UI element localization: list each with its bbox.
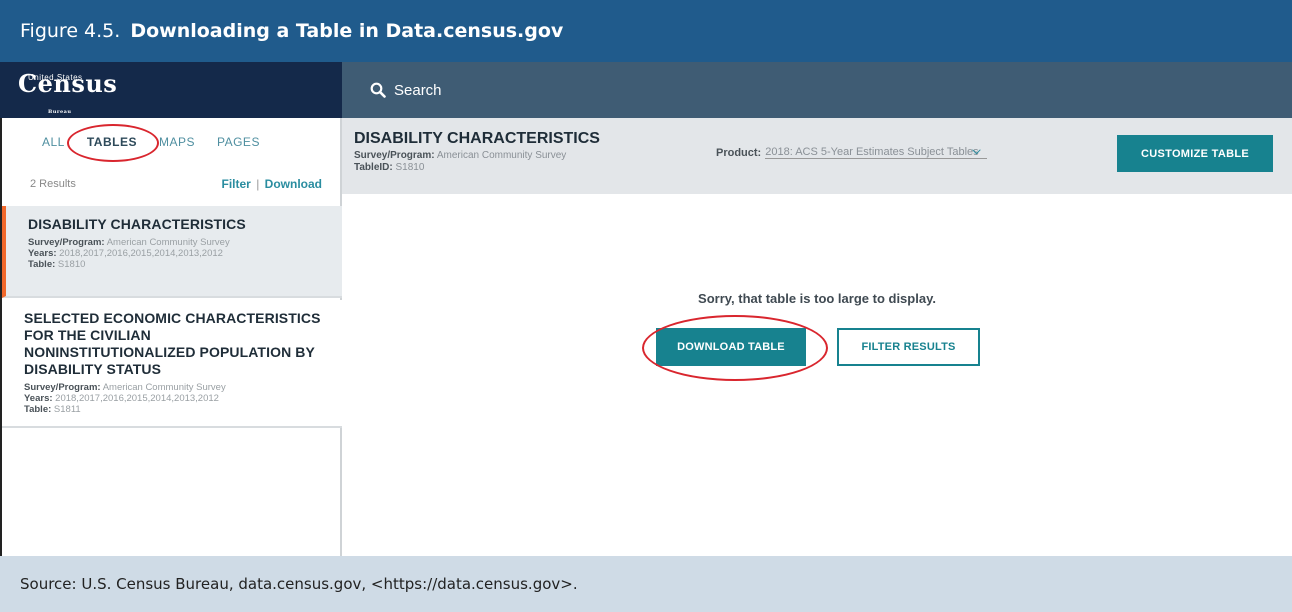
filter-download-links: Filter | Download <box>222 177 322 191</box>
table-view: DISABILITY CHARACTERISTICS Survey/Progra… <box>342 118 1292 556</box>
result-card-table: Table: S1811 <box>24 404 81 415</box>
result-card-years: Years: 2018,2017,2016,2015,2014,2013,201… <box>24 393 219 404</box>
result-card-years: Years: 2018,2017,2016,2015,2014,2013,201… <box>28 248 223 259</box>
link-separator: | <box>256 177 260 191</box>
product-value: 2018: ACS 5-Year Estimates Subject Table… <box>765 146 979 158</box>
tab-all[interactable]: ALL <box>42 135 65 149</box>
result-card-title: SELECTED ECONOMIC CHARACTERISTICS FOR TH… <box>24 310 321 377</box>
table-meta: Survey/Program: American Community Surve… <box>354 150 566 174</box>
result-card-survey: Survey/Program: American Community Surve… <box>28 237 230 248</box>
product-select[interactable]: Product: 2018: ACS 5-Year Estimates Subj… <box>716 145 987 159</box>
census-app: United States Census Bureau Search ALL T… <box>0 62 1292 556</box>
too-large-message: Sorry, that table is too large to displa… <box>698 291 936 306</box>
figure-title: Downloading a Table in Data.census.gov <box>130 20 564 42</box>
table-survey: Survey/Program: American Community Surve… <box>354 150 567 161</box>
result-card[interactable]: SELECTED ECONOMIC CHARACTERISTICS FOR TH… <box>2 300 342 428</box>
highlight-circle <box>642 315 828 381</box>
results-sidebar: ALL TABLES MAPS PAGES 2 Results Filter |… <box>0 118 342 556</box>
census-logo[interactable]: United States Census Bureau <box>18 70 117 116</box>
filter-results-button[interactable]: FILTER RESULTS <box>837 328 980 366</box>
table-id: TableID: S1810 <box>354 162 425 173</box>
filter-link[interactable]: Filter <box>222 177 251 191</box>
search-label: Search <box>394 81 442 99</box>
chevron-down-icon: ⌵ <box>972 145 981 157</box>
search-bar[interactable]: Search <box>342 62 1292 118</box>
download-link[interactable]: Download <box>265 177 322 191</box>
customize-table-button[interactable]: CUSTOMIZE TABLE <box>1117 135 1273 172</box>
logo-area[interactable]: United States Census Bureau <box>0 62 342 118</box>
product-label: Product: <box>716 146 762 159</box>
figure-number: Figure 4.5. <box>20 20 121 42</box>
result-card-survey: Survey/Program: American Community Surve… <box>24 382 226 393</box>
result-card-title: DISABILITY CHARACTERISTICS <box>28 216 246 232</box>
figure-header: Figure 4.5. Downloading a Table in Data.… <box>0 0 1292 62</box>
results-row: 2 Results Filter | Download <box>2 166 342 202</box>
result-card[interactable]: DISABILITY CHARACTERISTICS Survey/Progra… <box>2 206 342 298</box>
logo-top-text: United States <box>28 73 83 82</box>
tab-tables[interactable]: TABLES <box>66 124 160 162</box>
table-header: DISABILITY CHARACTERISTICS Survey/Progra… <box>342 118 1292 194</box>
table-title: DISABILITY CHARACTERISTICS <box>354 130 600 147</box>
results-count: 2 Results <box>30 178 76 190</box>
top-bar: United States Census Bureau Search <box>0 62 1292 118</box>
result-type-tabs: ALL TABLES MAPS PAGES <box>2 118 342 166</box>
tab-pages[interactable]: PAGES <box>217 135 260 149</box>
product-dropdown[interactable]: 2018: ACS 5-Year Estimates Subject Table… <box>765 145 987 159</box>
tab-maps[interactable]: MAPS <box>159 135 195 149</box>
figure-source: Source: U.S. Census Bureau, data.census.… <box>0 556 1292 612</box>
search-icon <box>370 82 386 98</box>
result-card-table: Table: S1810 <box>28 259 86 270</box>
